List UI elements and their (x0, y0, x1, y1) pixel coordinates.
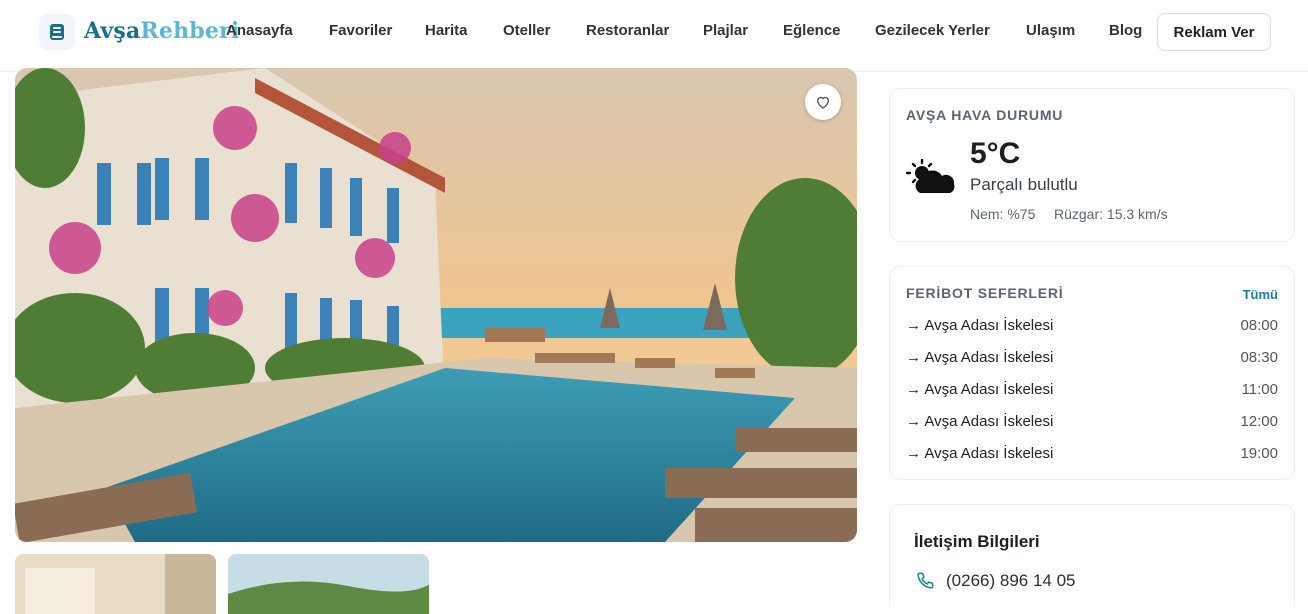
ferry-row: → Avşa Adası İskelesi 12:00 (906, 413, 1278, 433)
heart-icon (817, 96, 829, 109)
ferry-destination: → Avşa Adası İskelesi (906, 349, 1054, 366)
nav-blog[interactable]: Blog (1109, 22, 1142, 42)
wind-speed: Rüzgar: 15.3 km/s (1054, 206, 1168, 222)
advertise-button[interactable]: Reklam Ver (1157, 13, 1271, 51)
weather-card: AVŞA HAVA DURUMU 5°C Parçalı bulutlu Nem… (889, 88, 1295, 242)
temperature: 5°C (970, 137, 1021, 170)
gallery-thumbnail[interactable] (228, 554, 429, 614)
ferry-all-link[interactable]: Tümü (1243, 287, 1278, 302)
partly-cloudy-icon (906, 159, 955, 193)
ferry-destination: → Avşa Adası İskelesi (906, 381, 1054, 398)
ferry-row: → Avşa Adası İskelesi 11:00 (906, 381, 1278, 401)
ferry-time: 19:00 (1240, 445, 1278, 462)
ferry-title: FERİBOT SEFERLERİ (906, 285, 1064, 301)
nav-restoranlar[interactable]: Restoranlar (586, 22, 669, 42)
contact-card: İletişim Bilgileri (0266) 896 14 05 (889, 504, 1295, 606)
ferry-time: 08:30 (1240, 349, 1278, 366)
nav-oteller[interactable]: Oteller (503, 22, 551, 42)
ferry-destination: → Avşa Adası İskelesi (906, 317, 1054, 334)
ferry-destination: → Avşa Adası İskelesi (906, 413, 1054, 430)
favorite-button[interactable] (805, 84, 841, 120)
nav-ulasim[interactable]: Ulaşım (1026, 22, 1075, 42)
humidity: Nem: %75 (970, 206, 1036, 222)
ferry-row: → Avşa Adası İskelesi 08:00 (906, 317, 1278, 337)
nav-harita[interactable]: Harita (425, 22, 468, 42)
weather-title: AVŞA HAVA DURUMU (906, 107, 1064, 123)
gallery-thumbnail[interactable] (15, 554, 216, 614)
ferry-time: 11:00 (1241, 381, 1278, 398)
hero-image[interactable] (15, 68, 857, 542)
contact-title: İletişim Bilgileri (914, 532, 1040, 551)
ferry-destination: → Avşa Adası İskelesi (906, 445, 1054, 462)
ferry-row: → Avşa Adası İskelesi 19:00 (906, 445, 1278, 465)
nav-favoriler[interactable]: Favoriler (329, 22, 392, 42)
phone-number[interactable]: (0266) 896 14 05 (946, 571, 1076, 591)
nav-gezilecek-yerler[interactable]: Gezilecek Yerler (875, 22, 990, 42)
site-logo[interactable]: AvşaRehberi (84, 18, 239, 44)
phone-icon (917, 572, 934, 589)
logo-part-1: Avşa (84, 18, 141, 44)
ferry-card: FERİBOT SEFERLERİ Tümü → Avşa Adası İske… (889, 266, 1295, 480)
logo-part-2: Rehberi (140, 18, 240, 44)
logo-icon[interactable] (39, 14, 75, 50)
weather-condition: Parçalı bulutlu (970, 175, 1078, 194)
nav-plajlar[interactable]: Plajlar (703, 22, 748, 42)
ferry-time: 12:00 (1240, 413, 1278, 430)
nav-eglence[interactable]: Eğlence (783, 22, 841, 42)
nav-anasayfa[interactable]: Anasayfa (226, 22, 293, 42)
ferry-row: → Avşa Adası İskelesi 08:30 (906, 349, 1278, 369)
ferry-time: 08:00 (1240, 317, 1278, 334)
site-header: AvşaRehberi Anasayfa Favoriler Harita Ot… (0, 0, 1308, 72)
